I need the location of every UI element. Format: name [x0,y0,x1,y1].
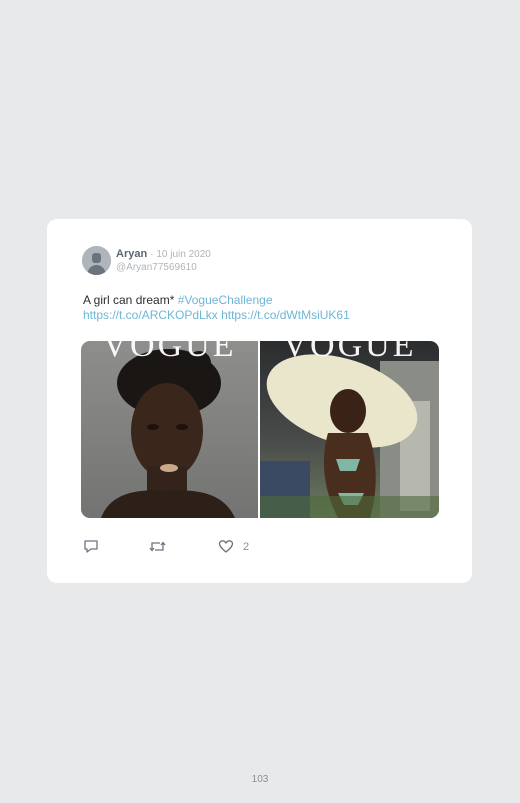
heart-icon [218,540,234,553]
author-line: Aryan · 10 juin 2020 [116,248,211,260]
user-avatar-icon [82,246,111,275]
author-handle[interactable]: @Aryan77569610 [116,262,197,273]
tweet-link-2[interactable]: https://t.co/dWtMsiUK61 [221,308,350,322]
media-photo-left[interactable]: VOGUE [81,341,258,518]
magazine-title: VOGUE [282,341,417,364]
reply-icon [84,540,98,553]
tweet-date[interactable]: · 10 juin 2020 [150,249,211,260]
tweet-link-1[interactable]: https://t.co/ARCKOPdLkx [83,308,218,322]
reply-button[interactable] [83,539,99,554]
portrait-image [101,349,235,518]
hashtag-link[interactable]: #VogueChallenge [178,293,273,307]
like-count: 2 [243,540,250,553]
tweet-actions: 2 [83,539,303,555]
avatar[interactable] [82,246,111,275]
tweet-text: A girl can dream* #VogueChallenge https:… [83,293,443,323]
tweet-body: A girl can dream* [83,293,175,307]
retweet-button[interactable] [149,539,166,554]
tweet-media: VOGUE VOGUE [81,341,439,518]
author-name[interactable]: Aryan [116,248,147,260]
retweet-icon [149,541,166,552]
media-photo-right[interactable]: VOGUE [260,341,439,518]
fashion-image [260,354,439,518]
tweet-card: Aryan · 10 juin 2020 @Aryan77569610 A gi… [47,219,472,583]
like-button[interactable]: 2 [218,539,249,554]
page-number: 103 [251,774,269,785]
magazine-title: VOGUE [102,341,237,364]
